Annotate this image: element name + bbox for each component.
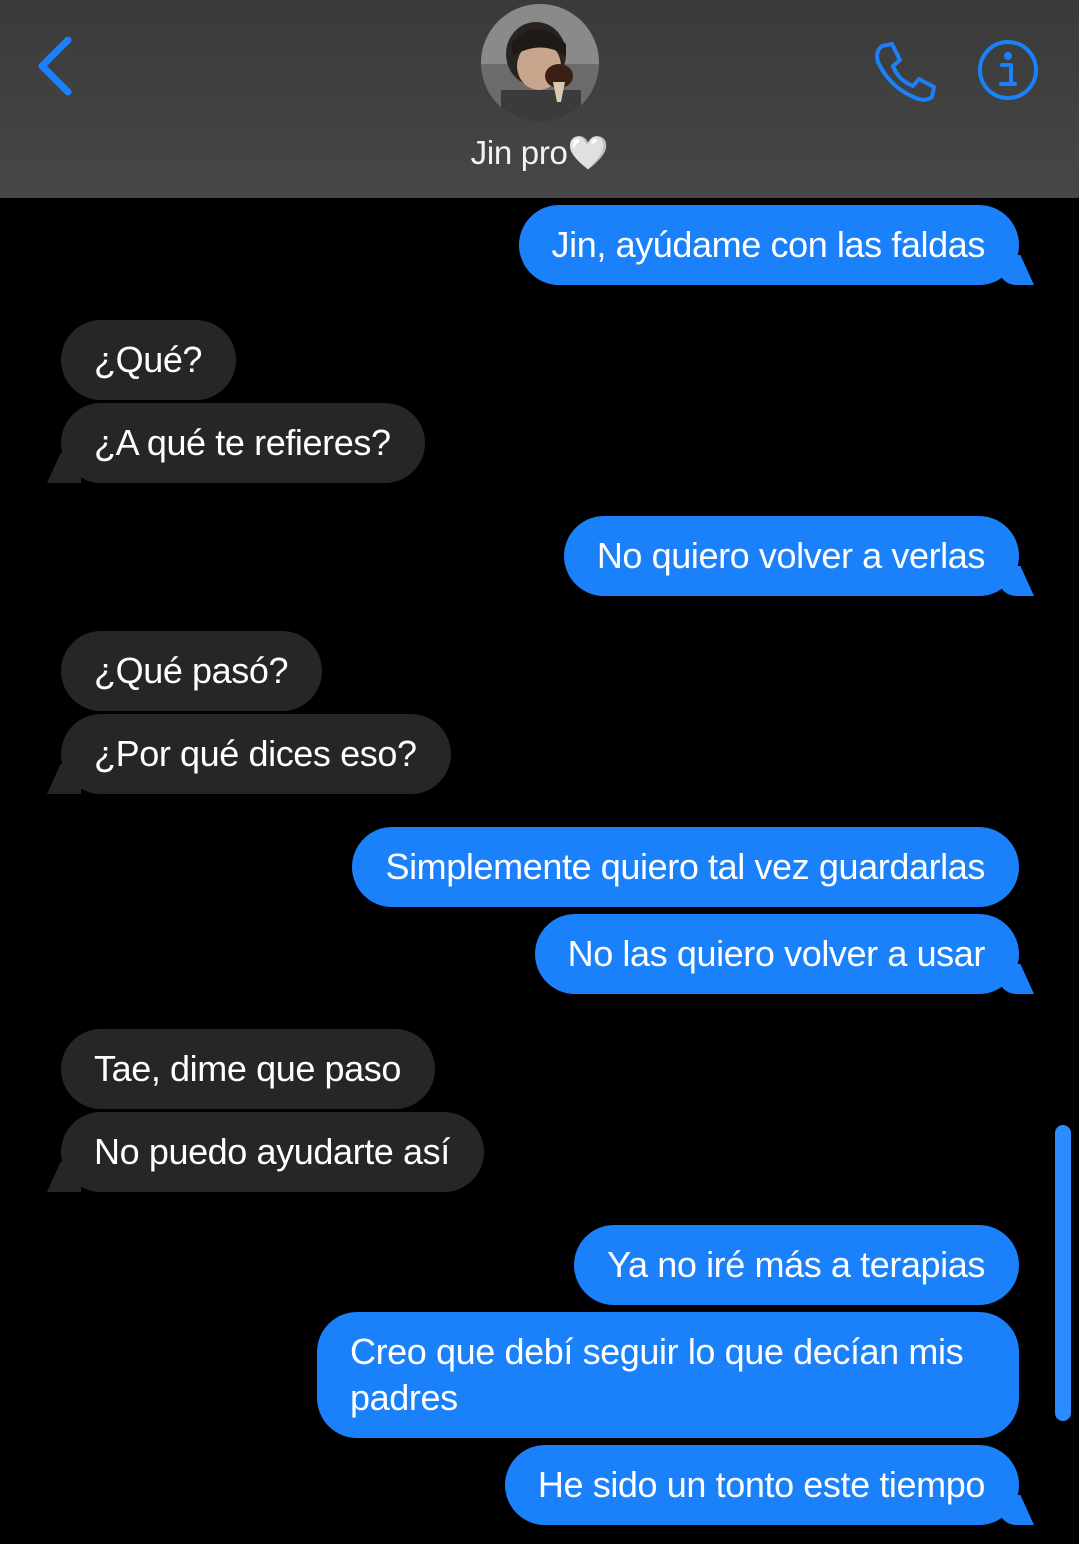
message-text: ¿A qué te refieres? [94, 422, 391, 463]
message-bubble-outgoing[interactable]: No las quiero volver a usar [534, 914, 1019, 994]
message-text: ¿Qué? [94, 339, 203, 380]
contact-name[interactable]: Jin pro🤍 [0, 134, 1079, 173]
message-text: ¿Por qué dices eso? [94, 733, 417, 774]
message-bubble-incoming[interactable]: Tae, dime que paso [61, 1029, 436, 1109]
message-bubble-outgoing[interactable]: No quiero volver a verlas [563, 516, 1019, 596]
message-bubble-outgoing[interactable]: Creo que debí seguir lo que decían mis p… [317, 1312, 1019, 1438]
message-text: ¿Qué pasó? [94, 650, 289, 691]
conversation-header: Jin pro🤍 [0, 0, 1079, 198]
message-bubble-incoming[interactable]: No puedo ayudarte así [61, 1112, 484, 1192]
message-text: Creo que debí seguir lo que decían mis p… [350, 1331, 964, 1418]
message-bubble-incoming[interactable]: ¿Qué? [61, 320, 237, 400]
message-text: No las quiero volver a usar [567, 933, 986, 974]
message-bubble-outgoing[interactable]: He sido un tonto este tiempo [504, 1445, 1019, 1525]
message-text: Ya no iré más a terapias [607, 1244, 985, 1285]
chevron-left-icon [38, 36, 72, 96]
call-button[interactable] [868, 36, 940, 108]
message-bubble-outgoing[interactable]: Ya no iré más a terapias [574, 1225, 1019, 1305]
message-text: No quiero volver a verlas [596, 535, 986, 576]
message-text: Tae, dime que paso [94, 1048, 402, 1089]
message-text: Jin, ayúdame con las faldas [551, 224, 986, 265]
message-bubble-outgoing[interactable]: Simplemente quiero tal vez guardarlas [352, 827, 1019, 907]
info-icon [978, 40, 1038, 100]
message-text: Simplemente quiero tal vez guardarlas [385, 846, 985, 887]
contact-avatar[interactable] [481, 4, 599, 122]
message-bubble-outgoing[interactable]: Jin, ayúdame con las faldas [518, 205, 1019, 285]
message-bubble-incoming[interactable]: ¿Por qué dices eso? [61, 714, 451, 794]
scrollbar-thumb[interactable] [1055, 1125, 1071, 1421]
back-button[interactable] [28, 30, 88, 102]
message-text: He sido un tonto este tiempo [537, 1464, 985, 1505]
avatar-photo [481, 4, 599, 122]
message-bubble-incoming[interactable]: ¿Qué pasó? [61, 631, 323, 711]
message-text: No puedo ayudarte así [94, 1131, 450, 1172]
message-thread[interactable]: Jin, ayúdame con las faldas ¿Qué? ¿A qué… [0, 198, 1079, 1544]
message-bubble-incoming[interactable]: ¿A qué te refieres? [61, 403, 425, 483]
info-button[interactable] [972, 34, 1044, 106]
phone-icon [875, 42, 936, 102]
